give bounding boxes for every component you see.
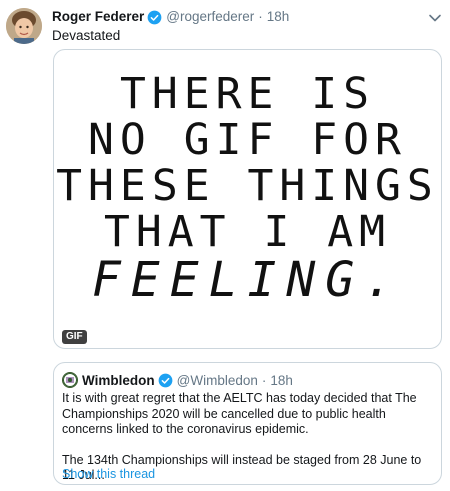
quoted-paragraph: It is with great regret that the AELTC h… (62, 391, 417, 436)
gif-text-line: THESE THINGS (56, 161, 439, 211)
verified-badge-icon (147, 10, 162, 25)
verified-badge-icon (158, 373, 173, 388)
show-thread-link[interactable]: Show this thread (62, 467, 155, 481)
tweet-header: Roger Federer @rogerfederer · 18h (52, 8, 442, 26)
separator-dot: · (258, 9, 263, 24)
author-name[interactable]: Roger Federer (52, 8, 144, 26)
quoted-tweet[interactable]: Wimbledon @Wimbledon · 18h It is with gr… (53, 362, 442, 485)
gif-text-line: FEELING. (91, 252, 404, 308)
quoted-tweet-header: Wimbledon @Wimbledon · 18h (62, 371, 293, 389)
avatar[interactable] (6, 8, 42, 44)
quoted-author-handle[interactable]: @Wimbledon (177, 373, 258, 388)
tweet[interactable]: Roger Federer @rogerfederer · 18h Devast… (0, 0, 450, 491)
gif-text-line: THERE IS (119, 69, 376, 119)
quoted-timestamp[interactable]: 18h (270, 373, 293, 388)
gif-text-line: NO GIF FOR (88, 115, 407, 165)
timestamp[interactable]: 18h (267, 8, 290, 26)
quoted-author-name[interactable]: Wimbledon (82, 373, 155, 388)
tweet-text: Devastated (52, 28, 121, 43)
gif-badge: GIF (62, 330, 87, 344)
wimbledon-logo-icon[interactable] (62, 372, 78, 388)
separator-dot: · (261, 372, 267, 388)
gif-media[interactable]: THERE IS NO GIF FOR THESE THINGS THAT I … (53, 49, 442, 349)
gif-text-line: THAT I AM (104, 207, 391, 257)
author-handle[interactable]: @rogerfederer (166, 8, 254, 26)
caret-down-icon[interactable] (428, 11, 442, 25)
